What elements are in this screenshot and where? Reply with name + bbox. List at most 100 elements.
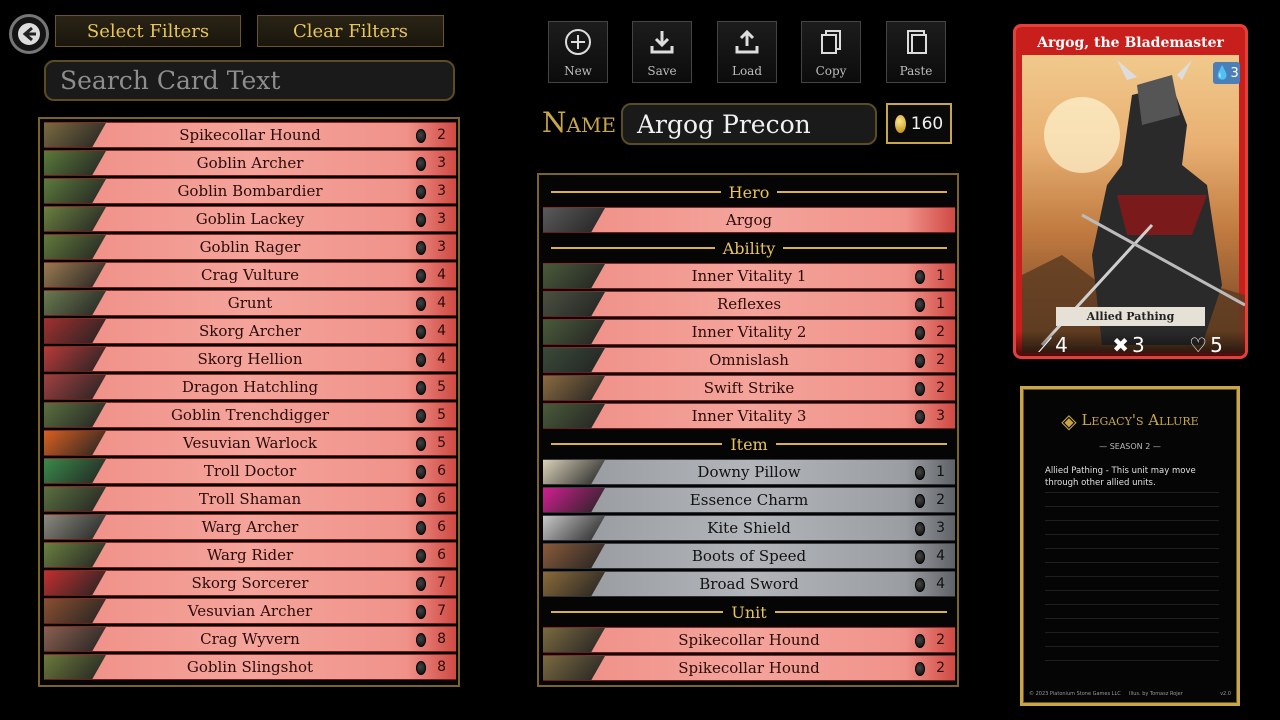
card-name: Dragon Hatchling	[181, 378, 319, 396]
attack-stat: ⟋ 4	[1038, 333, 1068, 357]
card-list-row[interactable]: Inner Vitality 2 2	[543, 319, 955, 345]
card-name: Boots of Speed	[691, 547, 807, 565]
card-list-row[interactable]: Skorg Sorcerer 7	[44, 570, 456, 596]
card-list-row[interactable]: Omnislash 2	[543, 347, 955, 373]
card-list-row[interactable]: Goblin Slingshot 8	[44, 654, 456, 680]
card-mana-value: 3	[1230, 65, 1239, 81]
card-cost: 2	[936, 380, 945, 396]
search-input[interactable]: Search Card Text	[44, 60, 455, 101]
coin-icon	[416, 381, 426, 395]
coin-icon	[915, 410, 925, 424]
card-name: Skorg Sorcerer	[191, 574, 309, 592]
section-header-unit: Unit	[543, 599, 955, 625]
coin-icon	[416, 605, 426, 619]
card-list-row[interactable]: Broad Sword 4	[543, 571, 955, 597]
card-preview: Argog, the Blademaster 💧 3 Allied Pathing…	[1013, 24, 1248, 359]
clear-filters-button[interactable]: Clear Filters	[257, 15, 444, 47]
card-name: Inner Vitality 2	[691, 323, 807, 341]
card-list-row[interactable]: Troll Shaman 6	[44, 486, 456, 512]
tool-label: New	[564, 64, 592, 78]
card-list-row[interactable]: Goblin Bombardier 3	[44, 178, 456, 204]
select-filters-button[interactable]: Select Filters	[55, 15, 241, 47]
card-list-row[interactable]: Kite Shield 3	[543, 515, 955, 541]
card-art	[1022, 55, 1245, 353]
sword-icon: ⟋	[1038, 333, 1053, 357]
divider	[774, 611, 947, 613]
coin-icon	[915, 270, 925, 284]
card-cost: 1	[936, 464, 945, 480]
card-list-row[interactable]: Argog	[543, 207, 955, 233]
card-library-list: Spikecollar Hound 2 Goblin Archer 3 Goblin B…	[38, 117, 460, 687]
coin-icon	[915, 662, 925, 676]
card-list-row[interactable]: Spikecollar Hound 2	[543, 655, 955, 681]
card-name: Skorg Hellion	[197, 350, 303, 368]
card-name: Troll Shaman	[198, 490, 302, 508]
back-button[interactable]	[9, 14, 49, 54]
card-list-row[interactable]: Dragon Hatchling 5	[44, 374, 456, 400]
card-list-row[interactable]: Boots of Speed 4	[543, 543, 955, 569]
deck-list: Hero Argog Ability Inner Vitality 1 1 Reflexe…	[537, 173, 959, 687]
card-list-row[interactable]: Troll Doctor 6	[44, 458, 456, 484]
range-stat: ✖ 3	[1112, 333, 1145, 357]
card-list-row[interactable]: Skorg Hellion 4	[44, 346, 456, 372]
card-list-row[interactable]: Swift Strike 2	[543, 375, 955, 401]
card-list-row[interactable]: Spikecollar Hound 2	[44, 122, 456, 148]
section-title: Unit	[731, 602, 767, 622]
card-cost: 4	[437, 267, 446, 283]
card-list-row[interactable]: Goblin Archer 3	[44, 150, 456, 176]
card-cost: 4	[437, 323, 446, 339]
card-list-row[interactable]: Essence Charm 2	[543, 487, 955, 513]
coin-icon	[416, 353, 426, 367]
card-cost: 8	[437, 631, 446, 647]
card-list-row[interactable]: Reflexes 1	[543, 291, 955, 317]
coin-icon	[416, 521, 426, 535]
card-list-row[interactable]: Vesuvian Archer 7	[44, 598, 456, 624]
card-list-row[interactable]: Warg Archer 6	[44, 514, 456, 540]
card-list-row[interactable]: Crag Wyvern 8	[44, 626, 456, 652]
card-list-row[interactable]: Crag Vulture 4	[44, 262, 456, 288]
season-label: — SEASON 2 —	[1099, 442, 1161, 451]
section-title: Item	[730, 434, 768, 454]
coin-icon	[416, 577, 426, 591]
tool-label: Copy	[815, 64, 847, 78]
card-list-row[interactable]: Goblin Trenchdigger 5	[44, 402, 456, 428]
card-list-row[interactable]: Grunt 4	[44, 290, 456, 316]
coin-icon	[416, 157, 426, 171]
card-list-row[interactable]: Downy Pillow 1	[543, 459, 955, 485]
tool-label: Paste	[899, 64, 933, 78]
card-list-row[interactable]: Skorg Archer 4	[44, 318, 456, 344]
card-list-row[interactable]: Goblin Rager 3	[44, 234, 456, 260]
version-label: v2.0	[1220, 691, 1231, 697]
new-button[interactable]: New	[548, 21, 608, 83]
card-list-row[interactable]: Inner Vitality 3 3	[543, 403, 955, 429]
save-button[interactable]: Save	[632, 21, 692, 83]
divider	[551, 611, 724, 613]
coin-icon	[915, 578, 925, 592]
divider	[551, 191, 721, 193]
card-list-row[interactable]: Goblin Lackey 3	[44, 206, 456, 232]
heart-icon: ♡	[1189, 333, 1208, 357]
card-cost: 6	[437, 547, 446, 563]
deck-name-input[interactable]: Argog Precon	[621, 103, 877, 145]
card-name: Reflexes	[716, 295, 782, 313]
card-cost: 6	[437, 519, 446, 535]
card-trait: Allied Pathing	[1056, 307, 1205, 326]
card-list-row[interactable]: Inner Vitality 1 1	[543, 263, 955, 289]
copy-button[interactable]: Copy	[801, 21, 861, 83]
load-button[interactable]: Load	[717, 21, 777, 83]
divider	[551, 247, 715, 249]
card-cost: 1	[936, 296, 945, 312]
card-cost: 2	[936, 632, 945, 648]
coin-icon	[416, 297, 426, 311]
divider	[775, 443, 948, 445]
card-name: Vesuvian Archer	[187, 602, 313, 620]
card-list-row[interactable]: Spikecollar Hound 2	[543, 627, 955, 653]
card-list-row[interactable]: Warg Rider 6	[44, 542, 456, 568]
card-name: Goblin Bombardier	[177, 182, 323, 200]
card-cost: 4	[936, 548, 945, 564]
card-cost: 2	[936, 660, 945, 676]
card-mana-cost: 💧 3	[1213, 62, 1240, 84]
card-list-row[interactable]: Vesuvian Warlock 5	[44, 430, 456, 456]
paste-button[interactable]: Paste	[886, 21, 946, 83]
card-cost: 3	[437, 211, 446, 227]
